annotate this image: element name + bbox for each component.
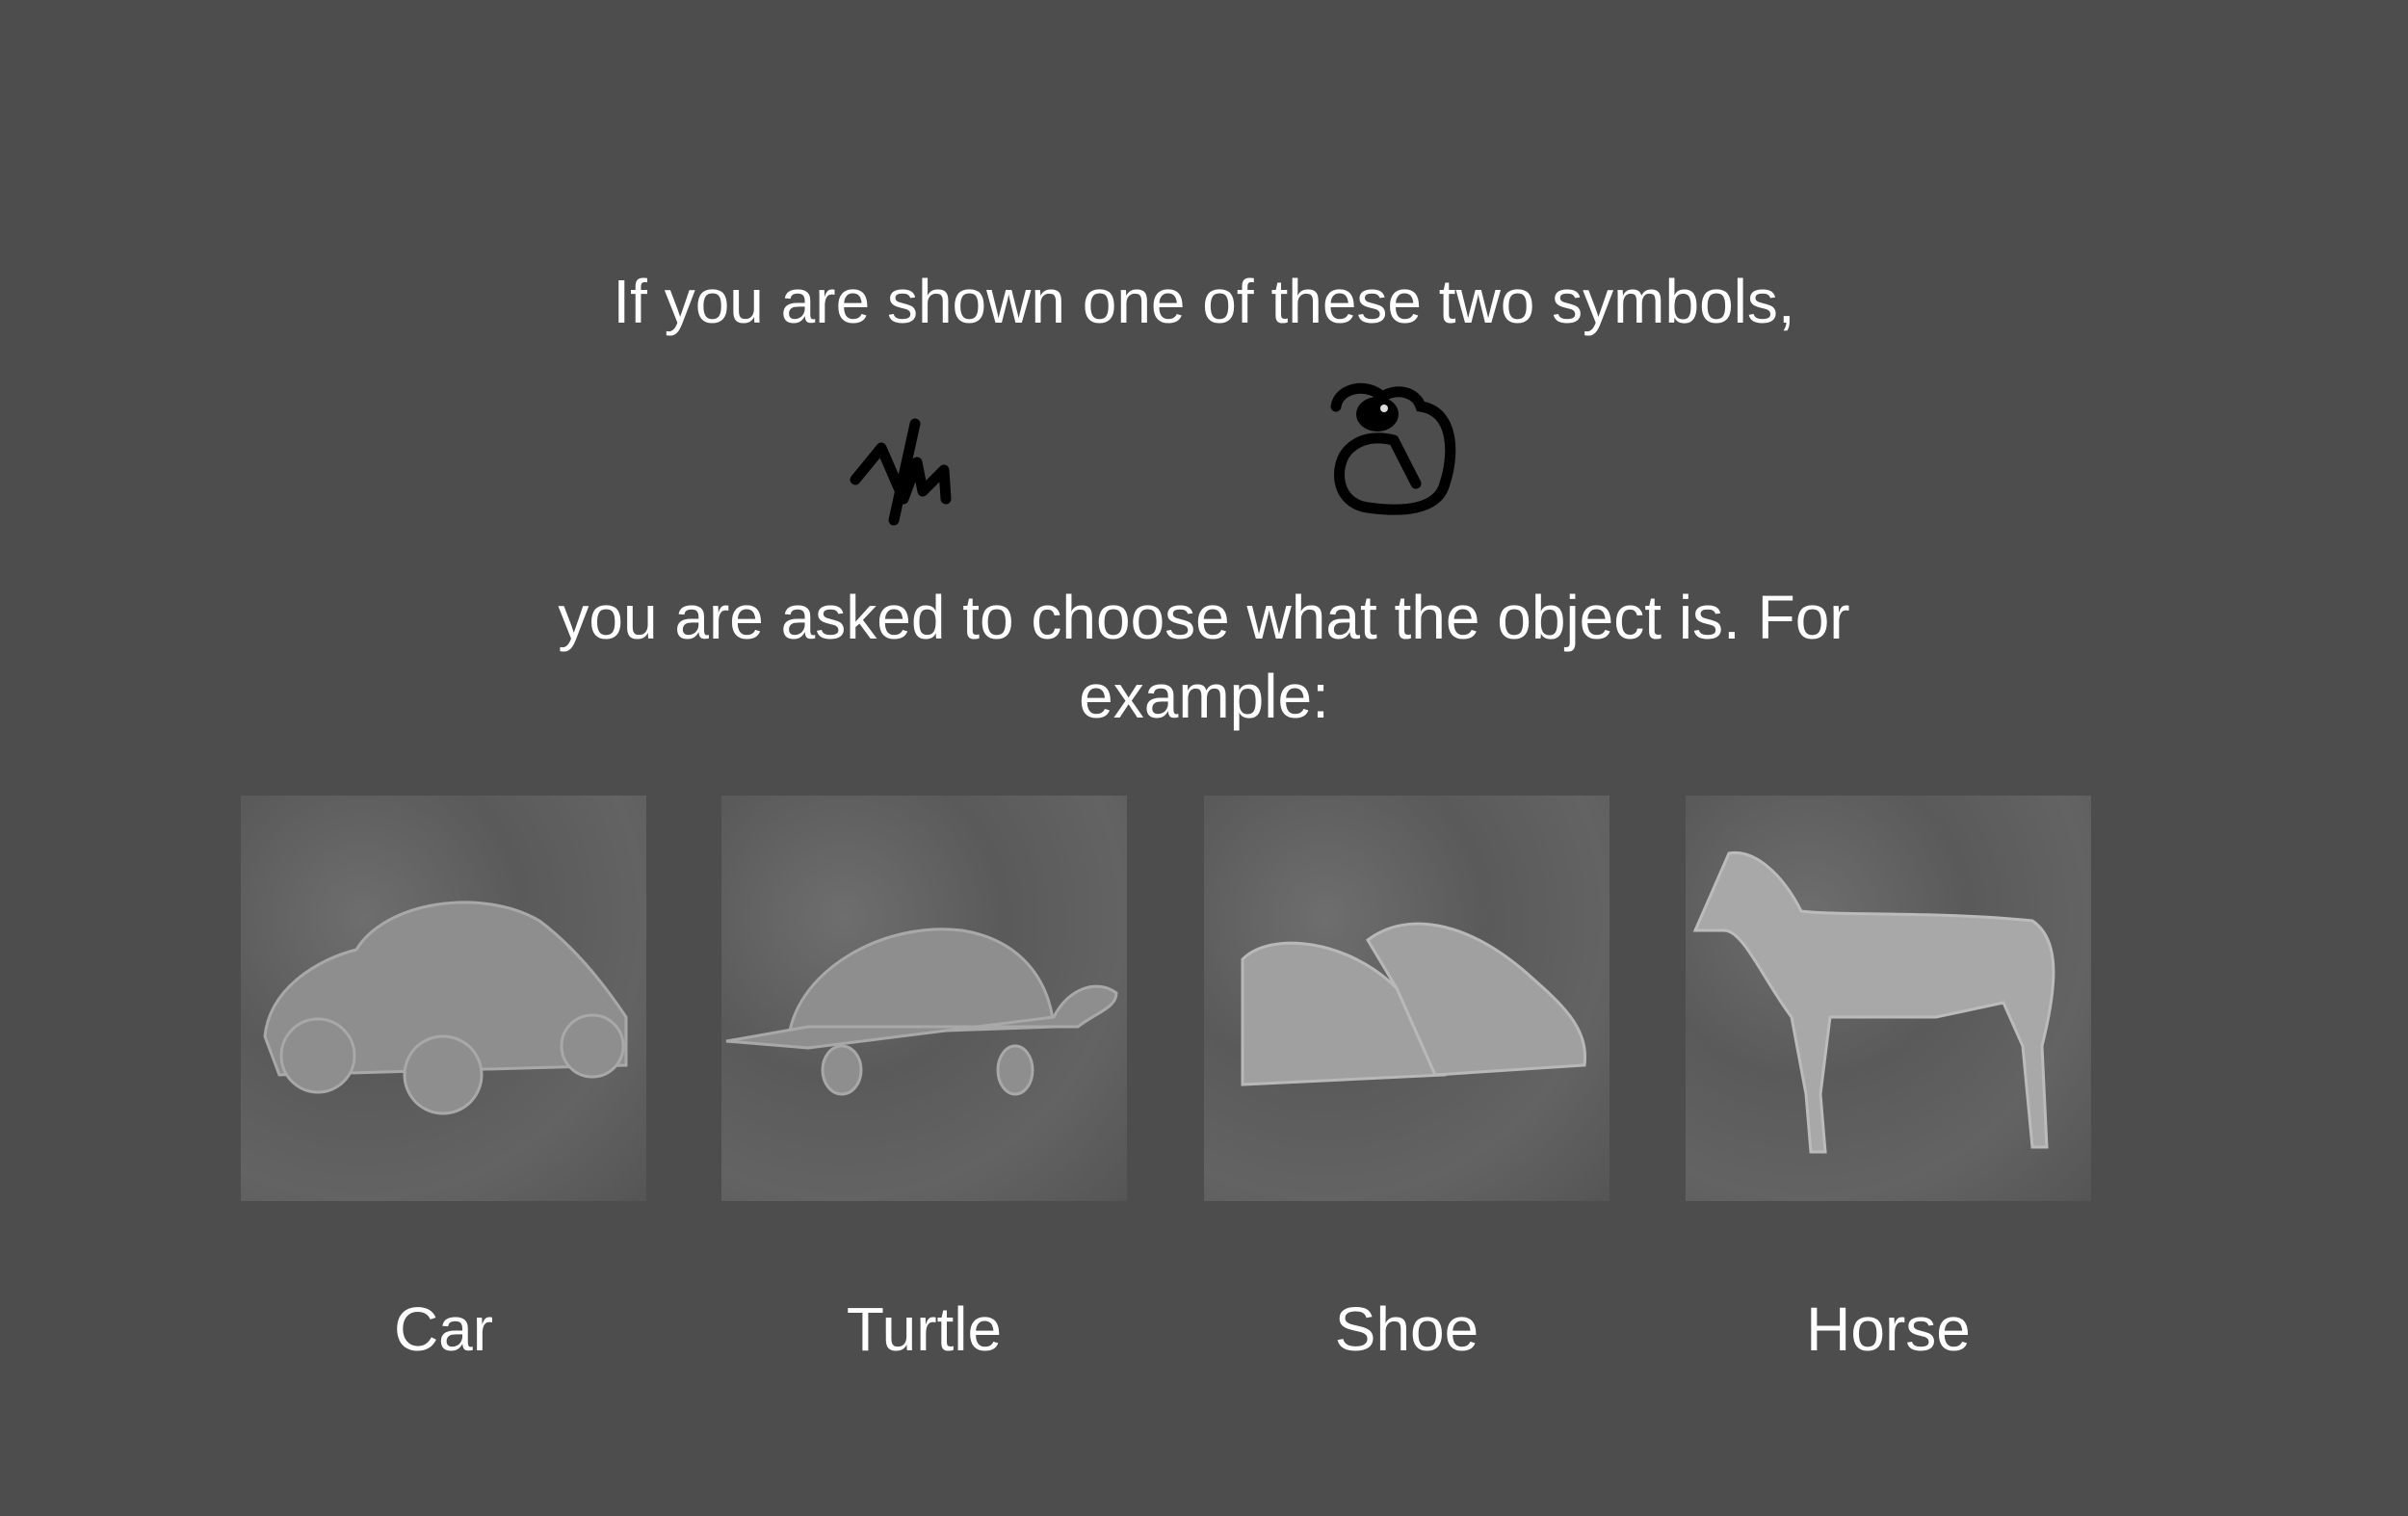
zigzag-symbol-icon xyxy=(850,418,952,526)
option-shoe[interactable]: Shoe xyxy=(1204,1291,1610,1368)
instruction-line-1: If you are shown one of these two symbol… xyxy=(613,267,1795,336)
horse-image xyxy=(1686,796,2091,1201)
car-image xyxy=(241,796,646,1201)
option-turtle[interactable]: Turtle xyxy=(721,1291,1127,1368)
option-car[interactable]: Car xyxy=(241,1291,646,1368)
turtle-image xyxy=(721,796,1127,1201)
instruction-line-2: you are asked to choose what the object … xyxy=(558,583,1850,731)
shoe-image xyxy=(1204,796,1610,1201)
loop-symbol-icon xyxy=(1330,382,1456,515)
option-horse[interactable]: Horse xyxy=(1686,1291,2091,1368)
